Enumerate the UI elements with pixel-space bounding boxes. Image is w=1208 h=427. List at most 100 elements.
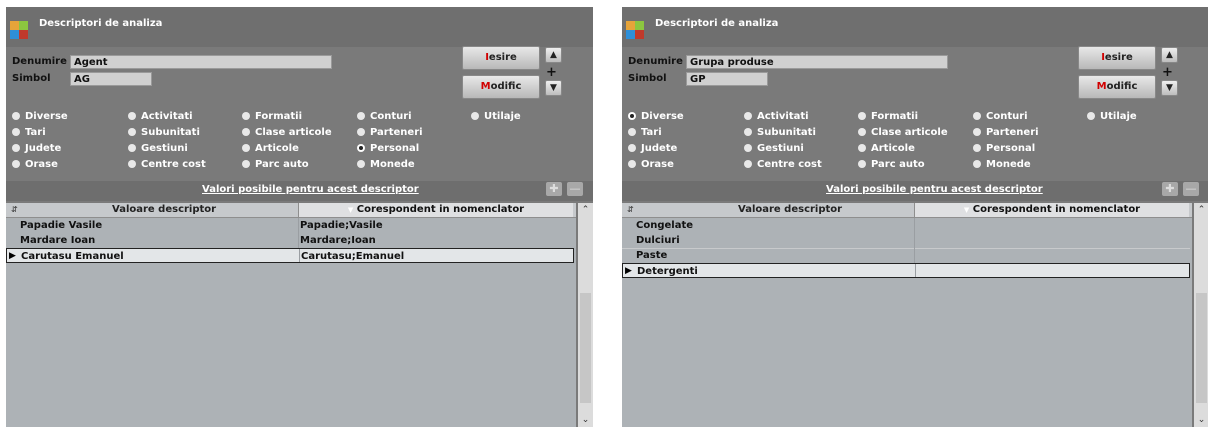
add-icon[interactable]: ✚ — [1162, 182, 1178, 196]
table-row[interactable]: Dulciuri — [622, 233, 1190, 249]
modific-button[interactable]: Modific — [1078, 75, 1156, 99]
chevron-up-icon[interactable]: ⌃ — [1194, 205, 1208, 215]
radio-monede[interactable]: Monede — [357, 159, 415, 170]
remove-icon[interactable]: — — [567, 182, 583, 196]
radio-dot-icon — [973, 128, 981, 136]
title-bar: Descriptori de analiza — [622, 7, 1208, 47]
simbol-label: Simbol — [12, 73, 51, 84]
radio-dot-icon — [744, 160, 752, 168]
radio-subunitati[interactable]: Subunitati — [744, 127, 816, 138]
cell-valoare: Mardare Ioan — [20, 235, 96, 246]
table-row[interactable]: ▶ Carutasu Emanuel Carutasu;Emanuel — [6, 248, 574, 263]
scrollbar-thumb[interactable] — [1196, 293, 1207, 403]
arrow-down-icon[interactable]: ▼ — [545, 80, 562, 96]
values-table[interactable]: ⇵ Valoare descriptor ▼ Corespondent in nom… — [6, 203, 576, 427]
chevron-down-icon[interactable]: ⌄ — [1194, 415, 1208, 425]
chevron-up-icon[interactable]: ⌃ — [578, 205, 593, 215]
row-pointer-icon: ▶ — [625, 266, 632, 276]
column-header-valoare[interactable]: Valoare descriptor — [738, 203, 842, 217]
radio-dot-icon — [12, 160, 20, 168]
radio-formatii[interactable]: Formatii — [242, 111, 302, 122]
radio-clase-articole[interactable]: Clase articole — [242, 127, 332, 138]
radio-orase[interactable]: Orase — [12, 159, 58, 170]
values-table[interactable]: ⇵ Valoare descriptor ▼ Corespondent in nom… — [622, 203, 1192, 427]
table-row[interactable]: Paste — [622, 248, 1190, 264]
column-header-valoare[interactable]: Valoare descriptor — [112, 203, 216, 217]
radio-diverse[interactable]: Diverse — [628, 111, 684, 122]
radio-label: Monede — [986, 159, 1031, 170]
radio-tari[interactable]: Tari — [628, 127, 662, 138]
radio-articole[interactable]: Articole — [858, 143, 915, 154]
table-row[interactable]: Congelate — [622, 218, 1190, 234]
radio-parteneri[interactable]: Parteneri — [357, 127, 423, 138]
simbol-field[interactable]: AG — [70, 72, 152, 86]
sort-updown-icon[interactable]: ⇵ — [11, 203, 18, 217]
values-title: Valori posibile pentru acest descriptor — [202, 184, 419, 195]
column-header-corespondent[interactable]: ▼ Corespondent in nomenclator — [298, 203, 573, 217]
remove-icon[interactable]: — — [1183, 182, 1199, 196]
radio-centre-cost[interactable]: Centre cost — [744, 159, 822, 170]
radio-monede[interactable]: Monede — [973, 159, 1031, 170]
radio-utilaje[interactable]: Utilaje — [1087, 111, 1137, 122]
radio-activitati[interactable]: Activitati — [744, 111, 809, 122]
plus-icon[interactable]: + — [1162, 65, 1173, 80]
radio-label: Centre cost — [757, 159, 822, 170]
arrow-up-icon[interactable]: ▲ — [545, 47, 562, 63]
vertical-scrollbar[interactable]: ⌃ ⌄ — [1194, 203, 1208, 427]
iesire-button[interactable]: Iesire — [462, 46, 540, 70]
radio-judete[interactable]: Judete — [628, 143, 677, 154]
table-row[interactable]: ▶ Detergenti — [622, 263, 1190, 278]
plus-icon[interactable]: + — [546, 65, 557, 80]
radio-articole[interactable]: Articole — [242, 143, 299, 154]
radio-parc-auto[interactable]: Parc auto — [242, 159, 309, 170]
radio-formatii[interactable]: Formatii — [858, 111, 918, 122]
arrow-up-icon[interactable]: ▲ — [1161, 47, 1178, 63]
chevron-down-icon[interactable]: ⌄ — [578, 415, 593, 425]
column-divider — [914, 248, 915, 263]
cell-corespondent: Papadie;Vasile — [300, 220, 383, 231]
sort-updown-icon[interactable]: ⇵ — [627, 203, 634, 217]
radio-gestiuni[interactable]: Gestiuni — [128, 143, 188, 154]
radio-activitati[interactable]: Activitati — [128, 111, 193, 122]
radio-judete[interactable]: Judete — [12, 143, 61, 154]
table-row[interactable]: Papadie Vasile Papadie;Vasile — [6, 218, 574, 234]
column-header-corespondent-label: Corespondent in nomenclator — [356, 204, 525, 215]
radio-subunitati[interactable]: Subunitati — [128, 127, 200, 138]
column-header-corespondent[interactable]: ▼ Corespondent in nomenclator — [914, 203, 1189, 217]
radio-tari[interactable]: Tari — [12, 127, 46, 138]
vertical-scrollbar[interactable]: ⌃ ⌄ — [578, 203, 593, 427]
radio-clase-articole[interactable]: Clase articole — [858, 127, 948, 138]
denumire-field[interactable]: Agent — [70, 55, 332, 69]
radio-orase[interactable]: Orase — [628, 159, 674, 170]
arrow-down-icon[interactable]: ▼ — [1161, 80, 1178, 96]
radio-label: Activitati — [757, 111, 809, 122]
title-bar: Descriptori de analiza — [6, 7, 593, 47]
radio-diverse[interactable]: Diverse — [12, 111, 68, 122]
radio-dot-icon — [744, 144, 752, 152]
simbol-field[interactable]: GP — [686, 72, 768, 86]
radio-dot-icon — [973, 144, 981, 152]
iesire-label: esire — [488, 52, 517, 63]
radio-personal[interactable]: Personal — [357, 143, 419, 154]
radio-conturi[interactable]: Conturi — [357, 111, 412, 122]
radio-label: Activitati — [141, 111, 193, 122]
radio-dot-icon — [242, 128, 250, 136]
radio-parteneri[interactable]: Parteneri — [973, 127, 1039, 138]
scrollbar-thumb[interactable] — [580, 293, 591, 403]
radio-personal[interactable]: Personal — [973, 143, 1035, 154]
modific-label: odific — [490, 81, 522, 92]
radio-dot-icon — [357, 144, 365, 152]
denumire-field[interactable]: Grupa produse — [686, 55, 948, 69]
radio-utilaje[interactable]: Utilaje — [471, 111, 521, 122]
table-row[interactable]: Mardare Ioan Mardare;Ioan — [6, 233, 574, 249]
column-divider — [914, 218, 915, 233]
add-icon[interactable]: ✚ — [546, 182, 562, 196]
radio-label: Judete — [25, 143, 62, 154]
radio-conturi[interactable]: Conturi — [973, 111, 1028, 122]
modific-button[interactable]: Modific — [462, 75, 540, 99]
radio-parc-auto[interactable]: Parc auto — [858, 159, 925, 170]
radio-dot-icon — [744, 112, 752, 120]
radio-gestiuni[interactable]: Gestiuni — [744, 143, 804, 154]
iesire-button[interactable]: Iesire — [1078, 46, 1156, 70]
radio-centre-cost[interactable]: Centre cost — [128, 159, 206, 170]
